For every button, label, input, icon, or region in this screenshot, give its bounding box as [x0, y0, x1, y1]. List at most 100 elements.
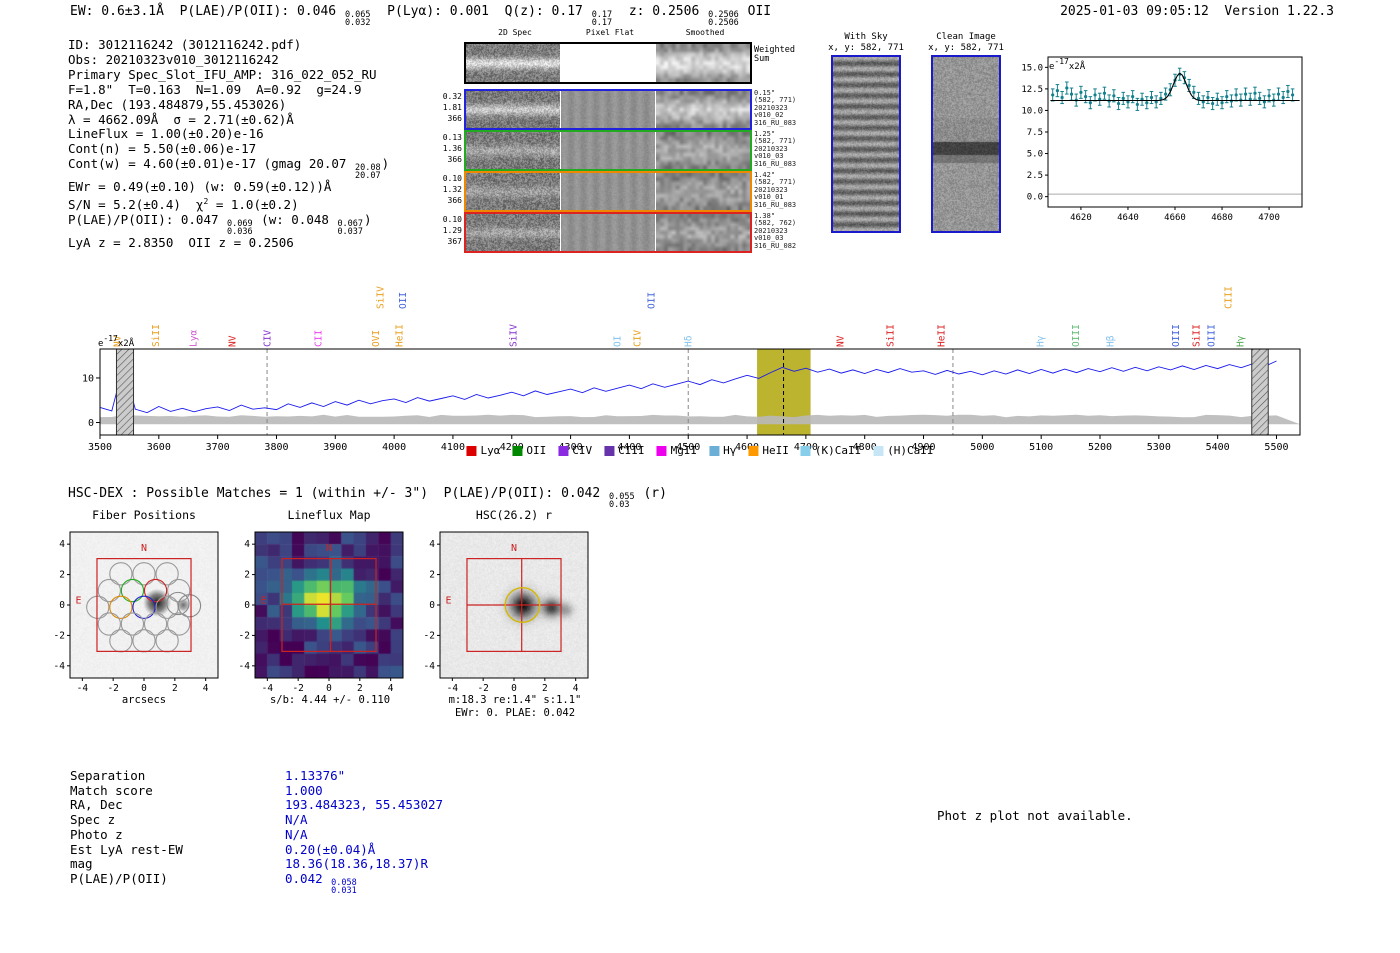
cutout-row-left-label: 0.10 1.29 367 [442, 215, 462, 246]
match-table-value: 0.042 0.058 0.031 [285, 870, 357, 896]
spectrum-axis-ticks: 0103500360037003800390040004100420043004… [82, 373, 1289, 453]
svg-text:-2: -2 [424, 630, 435, 641]
match-table-label: RA, Dec [70, 797, 123, 813]
cutout-cell-smooth [656, 214, 750, 251]
match-table-label: Separation [70, 768, 146, 783]
svg-text:0: 0 [326, 683, 332, 694]
svg-text:-2: -2 [107, 683, 118, 694]
svg-text:5400: 5400 [1206, 442, 1230, 453]
cutout-row [464, 130, 752, 171]
legend-swatch [709, 445, 720, 456]
svg-text:E: E [445, 595, 451, 606]
svg-text:0: 0 [511, 683, 517, 694]
svg-text:5300: 5300 [1147, 442, 1171, 453]
fiber-circle [132, 562, 156, 586]
cutout-cell-smooth [656, 132, 750, 169]
svg-text:5.0: 5.0 [1027, 150, 1043, 160]
match-table-row: mag 18.36(18.36,18.37)R [70, 856, 550, 871]
match-table-row: P(LAE)/P(OII) 0.042 0.058 0.031 [70, 871, 550, 895]
hsc-match-line: HSC-DEX : Possible Matches = 1 (within +… [68, 486, 667, 510]
svg-text:-4: -4 [424, 661, 436, 672]
catalog-match-table: Separation 1.13376" Match score 1.000 RA, De… [70, 768, 570, 908]
fiber-positions-panel: -4 -4 -2 -2 0 0 2 2 4 4 N E [40, 526, 230, 716]
lineflux-map-overlay: -4-4-2-2002244NE [239, 531, 404, 694]
summary-line: EW: 0.6±3.1Å P(LAE)/P(OII): 0.046 0.065 0… [70, 4, 772, 28]
svg-text:3600: 3600 [147, 442, 171, 453]
spec2d-cutout-grid: 2D Spec Pixel Flat Smoothed Weighted Sum 0.3… [424, 28, 844, 260]
cutout-cell-spec [466, 132, 560, 169]
compass-labels: NE [75, 543, 147, 606]
cutout-col-header: Smoothed [685, 28, 725, 37]
legend-item: Lyα [466, 444, 500, 457]
legend-swatch [800, 445, 811, 456]
clean-image [933, 57, 999, 231]
svg-text:0: 0 [244, 600, 250, 611]
cutout-row [464, 89, 752, 130]
line-label: NV [836, 335, 847, 347]
match-table-label: Photo z [70, 826, 123, 842]
svg-text:2: 2 [542, 683, 548, 694]
svg-text:3500: 3500 [88, 442, 112, 453]
info-line: Cont(n) = 5.50(±0.06)e-17 [68, 141, 257, 157]
info-line: Primary Spec_Slot_IFU_AMP: 316_022_052_R… [68, 66, 377, 82]
line-label: Lyα [188, 330, 199, 347]
panel-axis-ticks: -4 -4 -2 -2 0 0 2 2 4 4 [239, 539, 394, 694]
svg-text:4620: 4620 [1070, 213, 1092, 223]
line-label: OI [613, 336, 624, 347]
line-label: SiII [1191, 324, 1202, 347]
match-table-value: 0.20(±0.04)Å [285, 841, 376, 857]
detection-info-block: ID: 3012116242 (3012116242.pdf) Obs: 2021… [68, 37, 389, 251]
zoom-ylabel: e-17x2Å [1049, 57, 1086, 72]
line-label: SiIV [508, 324, 519, 347]
cutout-cell-smooth [656, 173, 750, 210]
info-line: EWr = 0.49(±0.10) (w: 0.59(±0.12))Å [68, 179, 332, 195]
legend-item: (K)CaII [800, 444, 861, 457]
clean-image-title: Clean Image x, y: 582, 771 [928, 32, 1004, 53]
lineflux-panel-title: Lineflux Map [287, 508, 371, 522]
photz-note: Phot z plot not available. [937, 808, 1133, 823]
line-label: CIV [633, 330, 644, 347]
fiber-circle [167, 578, 191, 603]
with-sky-panel: With Sky x, y: 582, 771 [828, 32, 904, 233]
spectrum-ylabel: e-17x2Å [98, 334, 135, 349]
match-table-value: N/A [285, 812, 308, 828]
hsc-panel-title: HSC(26.2) r [475, 508, 553, 522]
info-line: P(LAE)/P(OII): 0.047 0.069 0.036 (w: 0.04… [68, 212, 372, 238]
fiber-circle [120, 612, 145, 636]
cutout-row-left-label: 0.13 1.36 366 [442, 133, 462, 164]
line-label: CIII [1224, 286, 1235, 309]
lineflux-caption: s/b: 4.44 +/- 0.110 [269, 694, 391, 706]
line-label: SiII [151, 324, 162, 347]
legend-swatch [466, 445, 477, 456]
svg-text:E: E [260, 595, 266, 606]
cutout-row-right-label: 1.25" (582, 771) 20210323 v010_03 316_RU… [754, 130, 797, 168]
legend-item: OII [512, 444, 546, 457]
svg-text:5100: 5100 [1029, 442, 1053, 453]
fiber-circle [167, 612, 191, 636]
svg-text:7.5: 7.5 [1027, 128, 1043, 138]
cutout-cell-spec [466, 91, 560, 128]
match-table-row: Spec z N/A [70, 812, 550, 827]
svg-text:15.0: 15.0 [1021, 63, 1043, 73]
with-sky-title: With Sky x, y: 582, 771 [828, 32, 904, 53]
legend-item: (H)CaII [873, 444, 934, 457]
with-sky-image [833, 57, 899, 231]
zoom-data-points [1050, 67, 1295, 111]
hsc-cutout-overlay: -4-4-2-2002244NE [424, 531, 589, 694]
cutout-cell-flat [561, 44, 655, 82]
cutout-cell-flat [561, 173, 655, 210]
clean-image-frame [931, 55, 1001, 233]
line-label: SiIV [376, 286, 387, 309]
fiber-circle [109, 629, 133, 653]
elixer-report: EW: 0.6±3.1Å P(LAE)/P(OII): 0.046 0.065 0… [0, 0, 1400, 953]
legend-item: CIV [558, 444, 592, 457]
fiber-panel-title: Fiber Positions [92, 508, 196, 522]
match-table-value: 193.484323, 55.453027 [285, 797, 444, 813]
line-label: Hγ [1036, 335, 1047, 347]
svg-text:N: N [511, 543, 517, 554]
hsc-caption-1: m:18.3 re:1.4" s:1.1" [448, 694, 582, 706]
cutout-cell-smooth [656, 44, 750, 82]
line-label: HeII [937, 324, 948, 347]
legend-swatch [748, 445, 759, 456]
with-sky-image-frame [831, 55, 901, 233]
